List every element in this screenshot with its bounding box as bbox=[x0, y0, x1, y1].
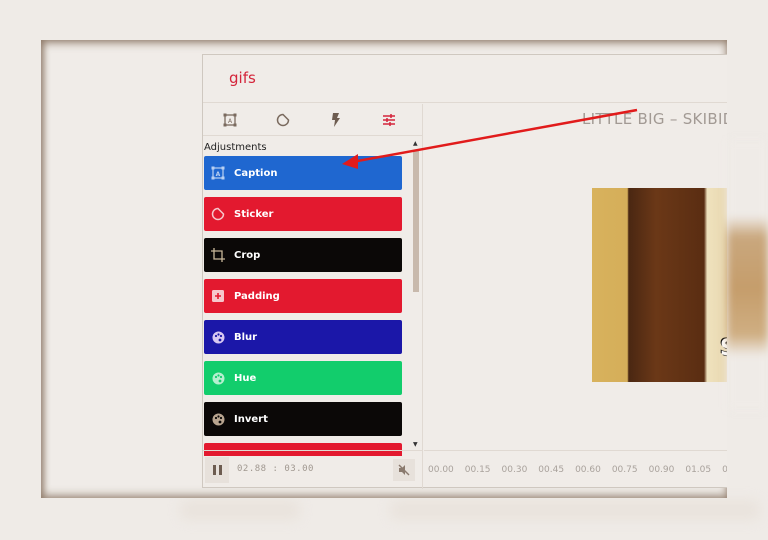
timeline-tick: 00.75 bbox=[611, 465, 638, 475]
crop-button[interactable]: Crop bbox=[204, 238, 402, 272]
sidebar-scrollbar[interactable]: ▲ ▼ bbox=[412, 140, 421, 448]
caption-button[interactable]: A Caption bbox=[204, 156, 402, 190]
palette-icon bbox=[211, 330, 225, 344]
tab-adjustments[interactable] bbox=[379, 110, 399, 130]
speaker-muted-icon bbox=[398, 464, 410, 476]
blur-label: Blur bbox=[234, 331, 258, 343]
timeline-tick: 01.20 bbox=[722, 465, 727, 475]
caption-label: Caption bbox=[234, 167, 278, 179]
scroll-up-arrow-icon[interactable]: ▲ bbox=[413, 140, 418, 147]
crop-icon bbox=[211, 248, 225, 262]
timeline-tick: 00.90 bbox=[648, 465, 675, 475]
scroll-thumb[interactable] bbox=[413, 150, 419, 292]
player-controls: 02.88 : 03.00 bbox=[203, 450, 423, 489]
invert-label: Invert bbox=[234, 413, 268, 425]
pause-icon bbox=[212, 465, 216, 475]
preview-area: LITTLE BIG – SKIBIDI S bbox=[424, 104, 727, 450]
padding-label: Padding bbox=[234, 290, 280, 302]
crop-label: Crop bbox=[234, 249, 261, 261]
caption-frame-icon: A bbox=[211, 166, 225, 180]
tab-sticker[interactable] bbox=[273, 110, 293, 130]
svg-text:A: A bbox=[228, 118, 233, 125]
sidebar: A Adjustments A Caption Sticker Crop Pad… bbox=[203, 104, 423, 456]
hue-button[interactable]: Hue bbox=[204, 361, 402, 395]
blurred-edge-overlay bbox=[727, 140, 768, 410]
mute-button[interactable] bbox=[393, 459, 415, 481]
video-title: LITTLE BIG – SKIBIDI bbox=[582, 110, 727, 128]
timeline-tick: 00.00 bbox=[428, 465, 454, 475]
caption-frame-icon: A bbox=[223, 113, 237, 126]
app-logo[interactable]: gifs bbox=[229, 69, 256, 87]
timeline-tick: 01.05 bbox=[685, 465, 712, 475]
adjustment-list: A Caption Sticker Crop Padding Blur Hue … bbox=[203, 156, 422, 456]
time-readout: 02.88 : 03.00 bbox=[237, 464, 314, 474]
timeline-tick: 00.15 bbox=[464, 465, 491, 475]
timeline-tick: 00.60 bbox=[575, 465, 601, 475]
ghost-shadow bbox=[180, 500, 300, 520]
svg-text:A: A bbox=[216, 171, 221, 178]
tab-effects[interactable] bbox=[326, 110, 346, 130]
pause-button[interactable] bbox=[205, 457, 229, 483]
hue-label: Hue bbox=[234, 372, 257, 384]
sticker-icon bbox=[211, 207, 225, 221]
tool-tabs: A bbox=[203, 104, 422, 136]
plus-square-icon bbox=[211, 289, 225, 303]
ghost-shadow bbox=[390, 500, 760, 520]
sticker-button[interactable]: Sticker bbox=[204, 197, 402, 231]
timeline-ticks: 00.00 00.15 00.30 00.45 00.60 00.75 00.9… bbox=[428, 465, 727, 475]
sticker-label: Sticker bbox=[234, 208, 274, 220]
sliders-icon bbox=[383, 113, 396, 126]
section-label: Adjustments bbox=[204, 142, 267, 153]
palette-icon bbox=[211, 371, 225, 385]
invert-button[interactable]: Invert bbox=[204, 402, 402, 436]
screenshot-frame: gifs A Adjustments A Caption Sticker Cro… bbox=[41, 40, 727, 498]
lightning-icon bbox=[332, 112, 341, 127]
blur-button[interactable]: Blur bbox=[204, 320, 402, 354]
palette-icon bbox=[211, 412, 225, 426]
timeline-tick: 00.45 bbox=[538, 465, 565, 475]
app-window: gifs A Adjustments A Caption Sticker Cro… bbox=[202, 54, 727, 489]
timeline-tick: 00.30 bbox=[501, 465, 528, 475]
header: gifs bbox=[203, 55, 727, 103]
video-preview[interactable]: S bbox=[592, 188, 727, 382]
sticker-icon bbox=[276, 113, 290, 126]
scroll-down-arrow-icon[interactable]: ▼ bbox=[413, 441, 418, 448]
padding-button[interactable]: Padding bbox=[204, 279, 402, 313]
tab-caption[interactable]: A bbox=[220, 110, 240, 130]
video-caption-text: S bbox=[720, 336, 727, 361]
timeline[interactable]: 00.00 00.15 00.30 00.45 00.60 00.75 00.9… bbox=[424, 450, 727, 489]
